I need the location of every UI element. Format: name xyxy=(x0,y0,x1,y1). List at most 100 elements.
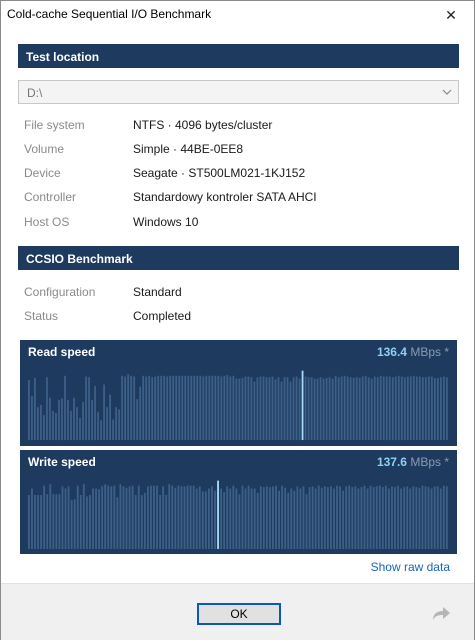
write-speed-bar xyxy=(256,492,259,549)
read-speed-bar xyxy=(262,376,265,440)
write-speed-bar xyxy=(171,485,174,549)
read-speed-bar xyxy=(163,375,166,440)
write-speed-bar xyxy=(427,487,430,549)
info-value: Windows 10 xyxy=(133,215,199,229)
read-speed-bar xyxy=(307,377,310,440)
write-speed-bar xyxy=(433,486,436,549)
read-speed-bar xyxy=(235,378,238,440)
read-speed-bar xyxy=(340,376,343,440)
read-speed-bar xyxy=(175,375,178,440)
share-arrow-icon[interactable] xyxy=(431,606,451,622)
write-speed-bar xyxy=(360,487,363,549)
read-speed-unit: MBps * xyxy=(406,345,449,359)
read-speed-bar xyxy=(247,376,250,440)
write-speed-bar xyxy=(238,494,241,549)
read-speed-bar xyxy=(133,376,136,440)
write-speed-bar xyxy=(125,487,128,549)
write-speed-bar xyxy=(330,486,332,549)
write-speed-bar xyxy=(131,485,134,549)
read-speed-bar xyxy=(40,404,42,440)
read-speed-bar xyxy=(343,375,346,440)
read-speed-bar xyxy=(322,378,325,440)
ok-button[interactable]: OK xyxy=(197,603,281,625)
write-speed-bar xyxy=(64,488,67,549)
read-speed-bar xyxy=(418,376,421,440)
write-speed-bar xyxy=(287,492,290,549)
write-speed-bar xyxy=(354,486,357,549)
write-speed-bar xyxy=(174,487,177,549)
read-speed-bar-highlight xyxy=(301,370,304,440)
read-speed-bar xyxy=(214,375,217,440)
write-speed-bar xyxy=(46,494,49,549)
write-speed-bar xyxy=(269,487,271,549)
write-speed-bar xyxy=(400,488,403,549)
info-row-device: Device Seagate · ST500LM021-1KJ152 xyxy=(24,166,454,182)
write-speed-chart xyxy=(28,480,448,549)
read-speed-bar xyxy=(70,410,72,440)
test-location-header: Test location xyxy=(18,44,459,68)
write-speed-bar xyxy=(311,486,314,549)
read-speed-bar xyxy=(82,402,84,440)
write-speed-bar xyxy=(55,494,58,549)
read-speed-bar xyxy=(319,377,322,440)
button-bar: OK xyxy=(1,583,474,640)
read-speed-bar xyxy=(172,375,175,440)
read-speed-bar xyxy=(28,380,30,440)
read-speed-bar xyxy=(364,375,367,440)
read-speed-bar xyxy=(415,376,418,440)
write-speed-bar xyxy=(37,495,39,549)
read-speed-bar xyxy=(388,376,391,440)
write-speed-bar xyxy=(110,486,113,549)
read-speed-bar xyxy=(169,375,172,440)
read-speed-bar xyxy=(124,376,127,440)
read-speed-bar xyxy=(289,381,292,440)
read-speed-bar xyxy=(403,377,406,440)
read-speed-bar xyxy=(136,399,139,440)
read-speed-bar xyxy=(325,377,328,440)
write-speed-bar xyxy=(302,486,305,549)
info-value: Seagate · ST500LM021-1KJ152 xyxy=(133,166,306,180)
drive-select[interactable]: D:\ xyxy=(18,80,459,104)
write-speed-bar xyxy=(348,485,351,549)
write-speed-bar xyxy=(409,488,412,549)
read-speed-bar xyxy=(130,375,133,440)
read-speed-bar xyxy=(103,384,105,440)
read-speed-bar xyxy=(139,386,142,440)
read-speed-bar xyxy=(376,377,379,440)
write-speed-bar xyxy=(89,495,91,549)
write-speed-bar xyxy=(49,484,52,549)
drive-select-value: D:\ xyxy=(27,86,43,100)
write-speed-bar xyxy=(259,486,262,549)
read-speed-bar xyxy=(433,377,436,440)
info-row-controller: Controller Standardowy kontroler SATA AH… xyxy=(24,190,454,206)
write-speed-bar xyxy=(357,488,360,549)
write-speed-bar xyxy=(281,485,284,549)
read-speed-bar xyxy=(391,377,394,440)
read-speed-bar xyxy=(400,376,403,440)
read-speed-bar xyxy=(430,376,433,440)
read-speed-bar xyxy=(199,375,202,440)
read-speed-bar xyxy=(427,376,430,440)
write-speed-bar xyxy=(339,486,341,549)
show-raw-data-link[interactable]: Show raw data xyxy=(371,560,450,574)
read-speed-bar xyxy=(73,397,75,440)
write-speed-bar xyxy=(430,488,433,549)
write-speed-bar xyxy=(244,488,247,549)
read-speed-bar xyxy=(127,374,130,440)
write-speed-bar xyxy=(305,494,308,549)
benchmark-window: Cold-cache Sequential I/O Benchmark ✕ Te… xyxy=(0,0,475,640)
read-speed-bar xyxy=(244,376,247,440)
read-speed-bar xyxy=(310,377,313,440)
close-button[interactable]: ✕ xyxy=(428,1,474,29)
read-speed-readout: 136.4 MBps * xyxy=(377,345,449,359)
write-speed-bar xyxy=(290,488,293,549)
write-speed-bar xyxy=(381,487,384,549)
read-speed-bar xyxy=(142,375,145,440)
read-speed-bar xyxy=(229,376,232,440)
write-speed-bar xyxy=(241,485,244,549)
write-speed-bar xyxy=(211,486,213,549)
window-title: Cold-cache Sequential I/O Benchmark xyxy=(7,7,212,21)
write-speed-bar xyxy=(220,488,223,549)
read-speed-bar xyxy=(178,375,181,440)
write-speed-bar xyxy=(421,485,424,549)
